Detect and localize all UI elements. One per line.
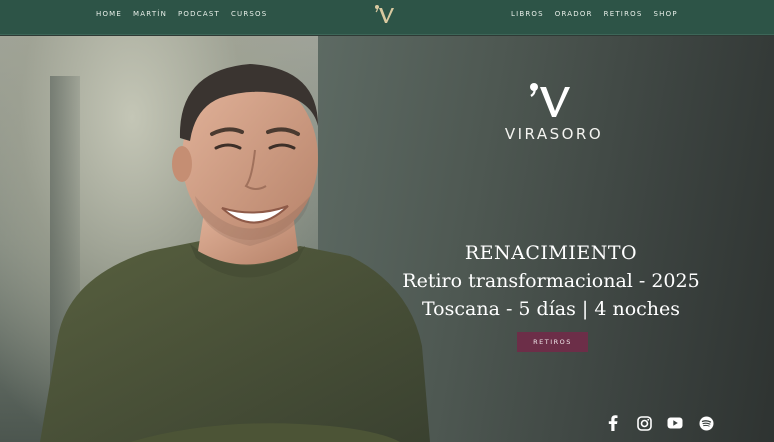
nav-item-martin[interactable]: Martín — [133, 10, 167, 18]
hero-section: VIRASORO RENACIMIENTO Retiro transformac… — [0, 36, 774, 442]
nav-item-home[interactable]: Home — [96, 10, 122, 18]
retiros-button[interactable]: Retiros — [517, 332, 588, 352]
nav-item-libros[interactable]: Libros — [511, 10, 544, 18]
headline-subtitle: Retiro transformacional - 2025 — [402, 270, 700, 292]
nav-item-shop[interactable]: Shop — [654, 10, 678, 18]
top-nav: Home Martín Podcast Cursos Libros Orador… — [0, 0, 774, 35]
social-links — [604, 414, 715, 432]
nav-item-cursos[interactable]: Cursos — [231, 10, 267, 18]
youtube-icon[interactable] — [666, 414, 684, 432]
nav-item-podcast[interactable]: Podcast — [178, 10, 220, 18]
nav-right-group: Libros Orador Retiros Shop — [511, 0, 689, 28]
nav-item-orador[interactable]: Orador — [555, 10, 593, 18]
headline-title: RENACIMIENTO — [464, 242, 638, 264]
virasoro-v-monogram-icon[interactable] — [373, 3, 401, 25]
virasoro-v-monogram-icon — [530, 83, 570, 117]
headline-details: Toscana - 5 días | 4 noches — [421, 298, 681, 320]
smiling-man-portrait-icon — [40, 64, 430, 442]
hero-headline: RENACIMIENTO Retiro transformacional - 2… — [400, 239, 702, 323]
spotify-icon[interactable] — [697, 414, 715, 432]
brand-name: VIRASORO — [504, 125, 604, 143]
instagram-icon[interactable] — [635, 414, 653, 432]
brand-logo: VIRASORO — [488, 81, 620, 151]
nav-left-group: Home Martín Podcast Cursos — [96, 0, 278, 28]
facebook-icon[interactable] — [604, 414, 622, 432]
nav-item-retiros[interactable]: Retiros — [604, 10, 643, 18]
